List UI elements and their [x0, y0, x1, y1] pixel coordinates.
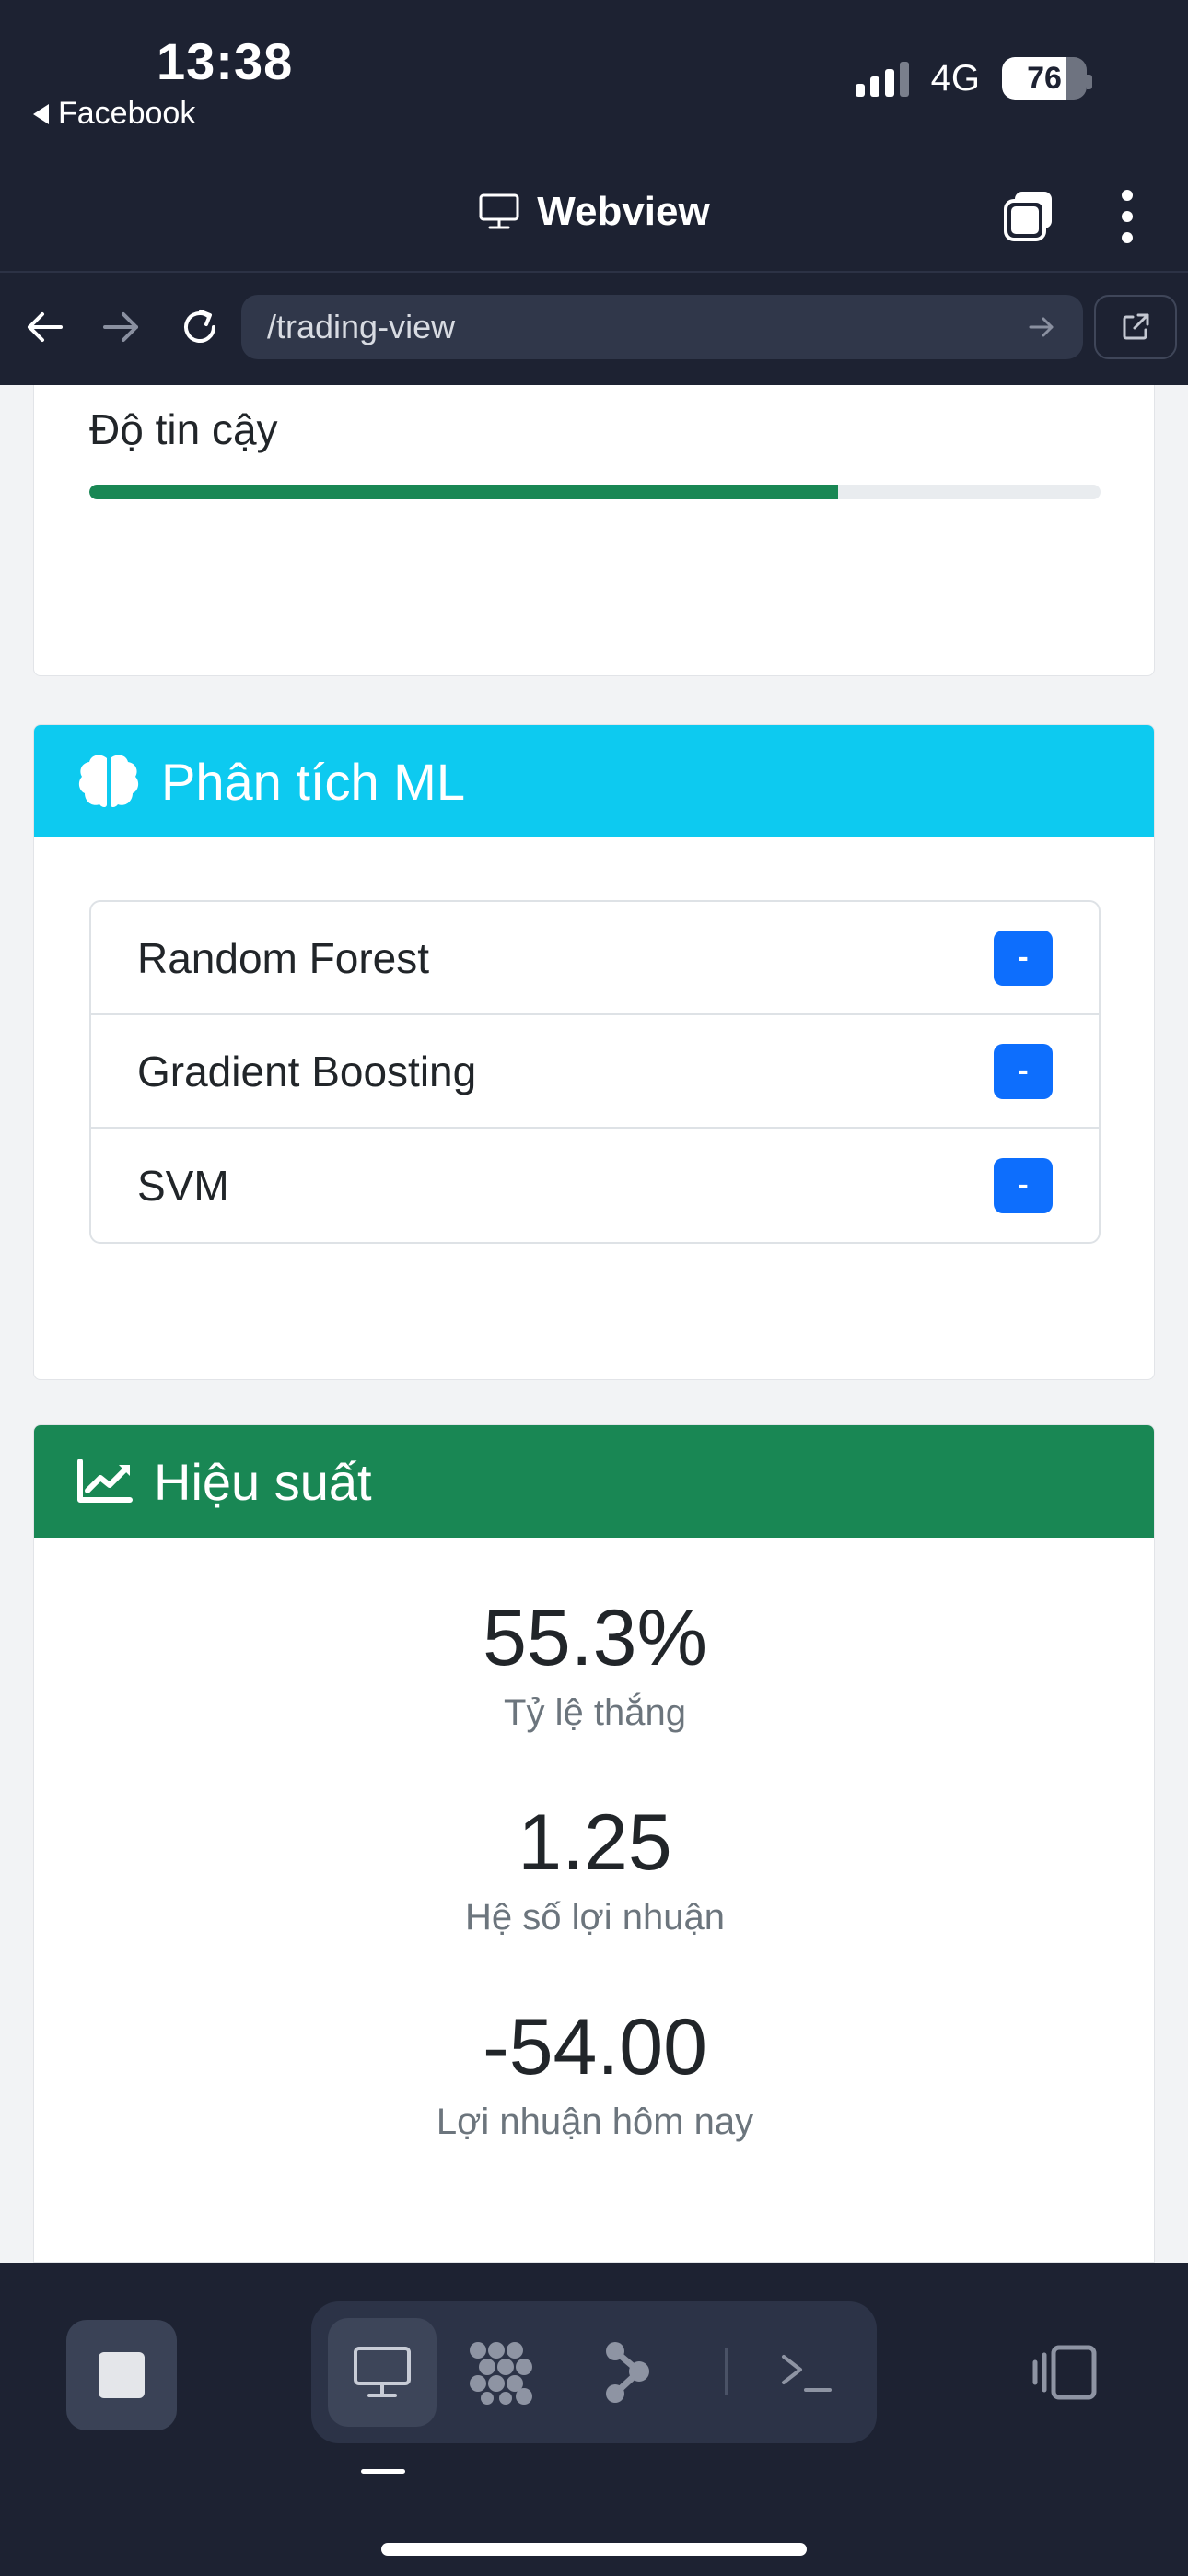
status-time: 13:38: [157, 32, 294, 90]
device-layout-icon[interactable]: [1031, 2342, 1100, 2403]
back-triangle-icon: [33, 103, 49, 124]
performance-card-title: Hiệu suất: [154, 1452, 372, 1511]
network-type: 4G: [930, 57, 980, 99]
performance-card: Hiệu suất 55.3% Tỷ lệ thắng 1.25 Hệ số l…: [33, 1424, 1155, 2263]
win-rate-value: 55.3%: [483, 1594, 707, 1682]
grid-tool-button[interactable]: [448, 2318, 556, 2427]
terminal-tool-button[interactable]: [751, 2318, 860, 2427]
model-badge: -: [994, 1043, 1053, 1099]
brain-icon: [78, 755, 139, 807]
confidence-progress: [89, 485, 1101, 499]
model-name: Gradient Boosting: [137, 1047, 477, 1095]
today-profit-stat: -54.00 Lợi nhuận hôm nay: [34, 2008, 1156, 2143]
confidence-label: Độ tin cậy: [89, 405, 278, 453]
home-indicator: [381, 2543, 807, 2556]
terminal-icon: [782, 2355, 832, 2392]
back-app-label: Facebook: [58, 96, 196, 131]
battery-tip: [1087, 75, 1092, 89]
stop-button[interactable]: [66, 2320, 177, 2430]
profit-factor-label: Hệ số lợi nhuận: [465, 1897, 725, 1938]
external-link-icon: [1123, 313, 1149, 340]
monitor-icon: [354, 2347, 411, 2397]
model-name: SVM: [137, 1161, 229, 1210]
page-content: Độ tin cậy Phân tích ML Random Forest - …: [0, 385, 1188, 2263]
list-item: SVM -: [91, 1129, 1099, 1242]
ml-card-header: Phân tích ML: [34, 725, 1154, 837]
stop-icon: [99, 2352, 145, 2398]
signal-icon: [855, 60, 909, 97]
ml-analysis-card: Phân tích ML Random Forest - Gradient Bo…: [33, 724, 1155, 1380]
model-badge: -: [994, 930, 1053, 986]
monitor-icon: [479, 193, 519, 229]
win-rate-stat: 55.3% Tỷ lệ thắng: [34, 1598, 1156, 1734]
webview-title-text: Webview: [537, 189, 710, 234]
ml-card-title: Phân tích ML: [161, 752, 465, 811]
model-name: Random Forest: [137, 933, 430, 982]
graph-icon: [606, 2342, 649, 2403]
toolbar-divider: [0, 271, 1188, 273]
win-rate-label: Tỷ lệ thắng: [504, 1692, 686, 1733]
go-arrow-icon[interactable]: [1026, 311, 1057, 343]
open-external-button[interactable]: [1094, 295, 1177, 359]
tabs-icon[interactable]: [1002, 190, 1055, 243]
list-item: Gradient Boosting -: [91, 1015, 1099, 1129]
tool-separator: [725, 2348, 728, 2395]
confidence-progress-fill: [89, 485, 838, 499]
back-to-app-link[interactable]: Facebook: [33, 96, 195, 132]
battery-icon: 76: [1002, 57, 1087, 100]
profit-factor-stat: 1.25 Hệ số lợi nhuận: [34, 1803, 1156, 1938]
top-bar: 13:38 Facebook 4G 76 Webview /trading-vi…: [0, 0, 1188, 385]
more-menu-icon[interactable]: [1119, 190, 1136, 243]
grid-dots-icon: [470, 2342, 532, 2405]
ml-model-list: Random Forest - Gradient Boosting - SVM …: [89, 900, 1101, 1244]
list-item: Random Forest -: [91, 902, 1099, 1015]
reload-icon[interactable]: [177, 304, 223, 350]
tool-switcher: [311, 2301, 877, 2443]
graph-tool-button[interactable]: [574, 2318, 682, 2427]
status-indicators: 4G 76: [855, 57, 1087, 100]
url-text: /trading-view: [267, 308, 456, 345]
url-bar[interactable]: /trading-view: [241, 295, 1083, 359]
bottom-toolbar: [0, 2263, 1188, 2576]
model-badge: -: [994, 1157, 1053, 1213]
today-profit-label: Lợi nhuận hôm nay: [436, 2102, 754, 2142]
active-tool-indicator: [361, 2469, 405, 2474]
confidence-card: Độ tin cậy: [33, 385, 1155, 676]
today-profit-value: -54.00: [483, 2003, 707, 2091]
webview-tool-button[interactable]: [328, 2318, 437, 2427]
back-arrow-icon[interactable]: [22, 304, 68, 350]
chart-line-icon: [77, 1459, 133, 1503]
forward-arrow-icon[interactable]: [98, 304, 144, 350]
profit-factor-value: 1.25: [518, 1798, 672, 1887]
battery-percent: 76: [1027, 61, 1062, 96]
performance-card-header: Hiệu suất: [34, 1425, 1154, 1538]
